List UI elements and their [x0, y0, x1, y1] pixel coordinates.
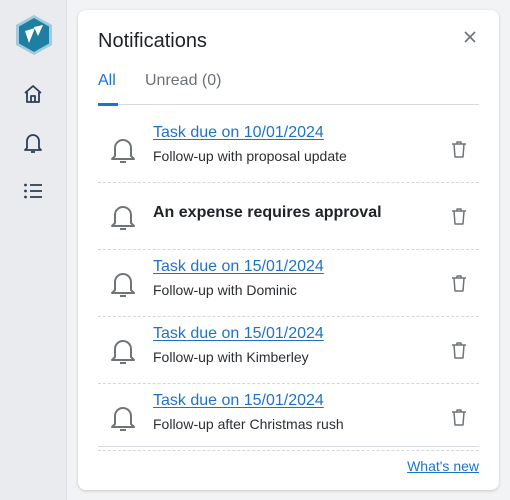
notification-body: Follow-up with proposal update	[153, 148, 347, 164]
bell-icon	[110, 270, 136, 298]
list-item: Task due on 15/01/2024 Follow-up with Do…	[98, 250, 479, 317]
notification-title-link[interactable]: Task due on 15/01/2024	[153, 392, 324, 410]
panel-title: Notifications	[98, 30, 207, 52]
bell-icon	[110, 404, 136, 432]
tab-all[interactable]: All	[98, 72, 116, 90]
trash-icon[interactable]	[451, 274, 467, 292]
list-item: An expense requires approval	[98, 183, 479, 250]
trash-icon[interactable]	[451, 140, 467, 158]
home-icon[interactable]	[21, 82, 45, 106]
list-item: Task due on 15/01/2024 Follow-up after C…	[98, 384, 479, 451]
notification-body: Follow-up with Kimberley	[153, 349, 309, 365]
list-item: Task due on 15/01/2024 Follow-up with Ki…	[98, 317, 479, 384]
footer-divider	[98, 446, 479, 447]
list-icon[interactable]	[21, 179, 45, 203]
bell-icon	[110, 136, 136, 164]
notification-body: Follow-up after Christmas rush	[153, 416, 344, 432]
sidebar	[0, 0, 67, 500]
whats-new-link[interactable]: What's new	[407, 458, 479, 474]
tab-bar: All Unread (0)	[98, 70, 479, 106]
notification-list: Task due on 10/01/2024 Follow-up with pr…	[98, 116, 479, 451]
list-item: Task due on 10/01/2024 Follow-up with pr…	[98, 116, 479, 183]
active-tab-indicator	[98, 103, 118, 106]
notification-title-link[interactable]: Task due on 15/01/2024	[153, 325, 324, 343]
bell-icon	[110, 203, 136, 231]
bell-icon	[110, 337, 136, 365]
trash-icon[interactable]	[451, 341, 467, 359]
trash-icon[interactable]	[451, 207, 467, 225]
notification-title-link[interactable]: Task due on 10/01/2024	[153, 124, 324, 142]
notification-title: An expense requires approval	[153, 204, 382, 221]
tab-unread[interactable]: Unread (0)	[145, 72, 221, 90]
trash-icon[interactable]	[451, 408, 467, 426]
notifications-panel: Notifications All Unread (0) Task due on…	[78, 10, 499, 490]
notification-body: Follow-up with Dominic	[153, 282, 297, 298]
notification-title-link[interactable]: Task due on 15/01/2024	[153, 258, 324, 276]
close-icon[interactable]	[461, 28, 479, 46]
bell-icon[interactable]	[21, 131, 45, 155]
app-logo[interactable]	[14, 14, 54, 56]
